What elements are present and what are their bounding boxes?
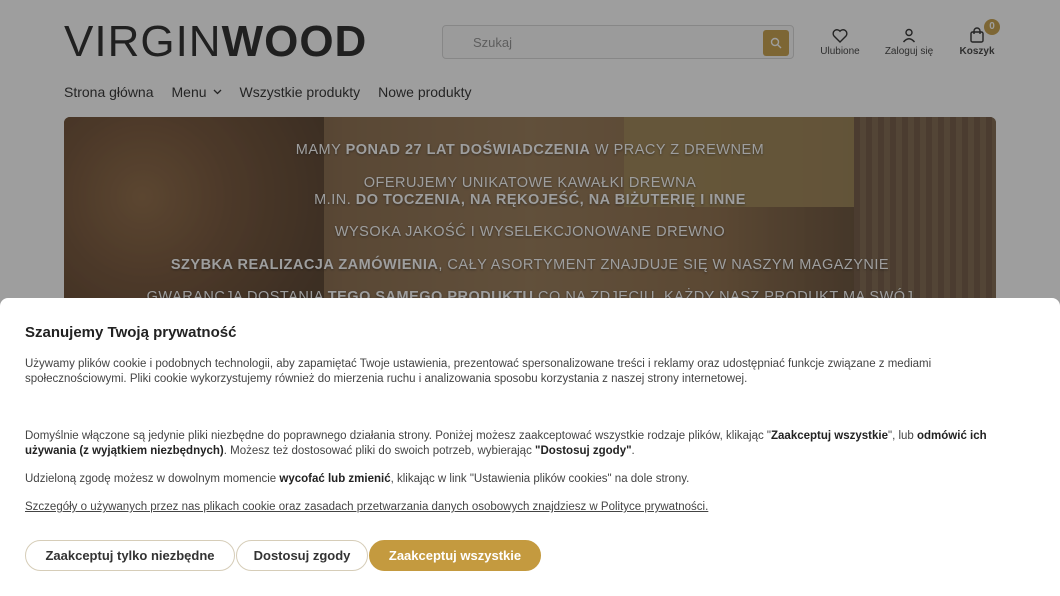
cookie-consent-dialog: Szanujemy Twoją prywatność Używamy plikó… bbox=[0, 298, 1060, 596]
accept-necessary-button[interactable]: Zaakceptuj tylko niezbędne bbox=[25, 540, 235, 571]
cookie-intro-text: Używamy plików cookie i podobnych techno… bbox=[25, 358, 932, 385]
customize-consent-button[interactable]: Dostosuj zgody bbox=[236, 540, 368, 571]
cookie-withdraw-text: Udzieloną zgodę możesz w dowolnym momenc… bbox=[25, 473, 690, 485]
cookie-title: Szanujemy Twoją prywatność bbox=[25, 324, 237, 341]
cookie-defaults-text: Domyślnie włączone są jedynie pliki niez… bbox=[25, 430, 987, 457]
accept-all-button[interactable]: Zaakceptuj wszystkie bbox=[369, 540, 541, 571]
page: VIRGIN WOOD Ulubione Zaloguj się bbox=[0, 0, 1060, 596]
privacy-policy-link[interactable]: Szczegóły o używanych przez nas plikach … bbox=[25, 500, 1030, 515]
